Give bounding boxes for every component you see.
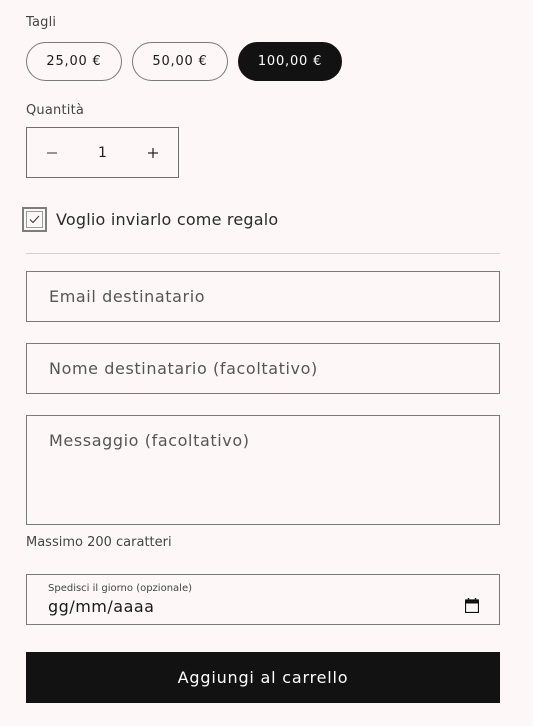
quantity-label: Quantità — [26, 103, 85, 118]
gift-checkbox-label[interactable]: Voglio inviarlo come regalo — [56, 210, 278, 229]
divider — [26, 253, 500, 254]
checkmark-icon — [29, 215, 40, 224]
gift-checkbox[interactable] — [22, 207, 47, 232]
recipient-email-placeholder: Email destinatario — [49, 287, 206, 306]
plus-icon — [148, 147, 158, 158]
send-date-field[interactable]: Spedisci il giorno (opzionale) gg/mm/aaa… — [26, 574, 500, 625]
add-to-cart-button[interactable]: Aggiungi al carrello — [26, 652, 500, 703]
denomination-option-25[interactable]: 25,00 € — [26, 42, 122, 81]
quantity-increase-button[interactable] — [128, 128, 178, 177]
calendar-icon[interactable] — [465, 598, 479, 613]
quantity-stepper: 1 — [26, 127, 179, 178]
message-textarea[interactable]: Messaggio (facoltativo) — [26, 415, 500, 525]
denomination-option-100[interactable]: 100,00 € — [238, 42, 342, 81]
denominations-label: Tagli — [26, 15, 57, 30]
message-char-limit-hint: Massimo 200 caratteri — [26, 535, 172, 550]
recipient-name-placeholder: Nome destinatario (facoltativo) — [49, 359, 318, 378]
recipient-name-field[interactable]: Nome destinatario (facoltativo) — [26, 343, 500, 394]
message-placeholder: Messaggio (facoltativo) — [49, 431, 250, 450]
denomination-option-50[interactable]: 50,00 € — [132, 42, 228, 81]
quantity-input[interactable]: 1 — [77, 145, 128, 161]
quantity-decrease-button[interactable] — [27, 128, 77, 177]
recipient-email-field[interactable]: Email destinatario — [26, 271, 500, 322]
send-date-value[interactable]: gg/mm/aaaa — [48, 597, 154, 616]
send-date-label: Spedisci il giorno (opzionale) — [48, 583, 192, 594]
minus-icon — [47, 151, 57, 154]
